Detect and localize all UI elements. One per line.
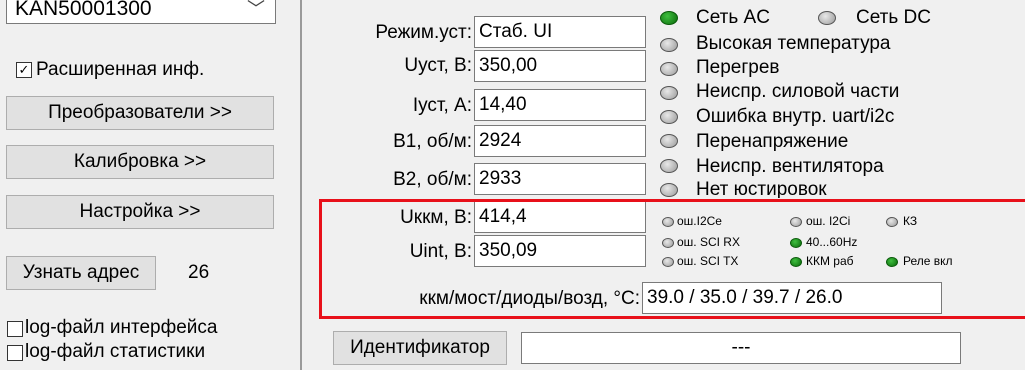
led-power-fault-label: Неиспр. силовой части [696,81,900,102]
led-overheat-label: Перегрев [696,57,780,78]
mode-field[interactable]: Стаб. UI [474,16,646,48]
led-overheat [660,62,678,76]
sled-short-label: КЗ [903,214,918,228]
address-value: 26 [188,262,210,283]
sled-sci-tx-label: ош. SCI TX [677,254,739,268]
sled-short [886,217,898,227]
get-address-button[interactable]: Узнать адрес [6,256,156,290]
interface-log-label: log-файл интерфейса [25,317,218,338]
sled-relay-label: Реле вкл [903,254,953,268]
chevron-down-icon[interactable]: ﹀ [247,0,265,23]
converters-button[interactable]: Преобразователи >> [6,96,274,130]
led-high-temp [660,38,678,52]
fan2-label: B2, об/м: [393,169,472,190]
led-fan-fault [660,159,678,173]
sled-sci-rx-label: ош. SCI RX [677,235,740,249]
led-uart-error [660,110,678,124]
extended-info-label: Расширенная инф. [36,59,205,80]
calibration-button[interactable]: Калибровка >> [6,145,274,179]
iset-label: Iуст, А: [412,95,472,116]
led-fan-fault-label: Неиспр. вентилятора [696,156,884,177]
sled-kkm [790,257,802,267]
mode-label: Режим.уст: [375,22,472,43]
led-high-temp-label: Высокая температура [696,33,891,54]
led-no-adjust [660,183,678,197]
sled-i2ci-label: ош. I2Ci [806,214,851,228]
statistics-log-checkbox[interactable] [7,345,23,361]
led-no-adjust-label: Нет юстировок [696,179,827,198]
uset-label: Uуст, В: [404,55,472,76]
sled-freq [790,238,802,248]
led-dc [818,11,836,25]
led-ac-label: Сеть AC [696,7,770,28]
led-dc-label: Сеть DC [856,7,931,28]
led-overvoltage-label: Перенапряжение [696,131,849,152]
device-select[interactable]: KAN50001300 ﹀ [6,0,276,24]
iset-field[interactable]: 14,40 [474,89,646,121]
sled-sci-tx [662,257,674,267]
led-power-fault [660,86,678,100]
sled-relay [886,257,898,267]
sled-i2ci [790,217,802,227]
led-overvoltage [660,134,678,148]
sled-kkm-label: ККМ раб [806,254,854,268]
identifier-button[interactable]: Идентификатор [333,331,507,365]
led-uart-error-label: Ошибка внутр. uart/i2c [696,106,895,127]
device-select-value: KAN50001300 [15,0,152,20]
left-panel: KAN50001300 ﹀ ✓ Расширенная инф. Преобра… [0,0,300,370]
sled-i2ce-label: ош.I2Ce [677,214,722,228]
sled-sci-rx [662,238,674,248]
fan1-label: B1, об/м: [393,131,472,152]
sled-i2ce [662,217,674,227]
identifier-field[interactable]: --- [521,332,961,364]
statistics-log-label: log-файл статистики [25,341,206,362]
interface-log-checkbox[interactable] [7,321,23,337]
uset-field[interactable]: 350,00 [474,50,646,82]
led-ac [660,11,678,25]
sled-freq-label: 40...60Hz [806,235,858,249]
fan1-field[interactable]: 2924 [474,125,646,157]
extended-info-checkbox[interactable]: ✓ [16,62,32,78]
settings-button[interactable]: Настройка >> [6,195,274,229]
fan2-field[interactable]: 2933 [474,163,646,195]
